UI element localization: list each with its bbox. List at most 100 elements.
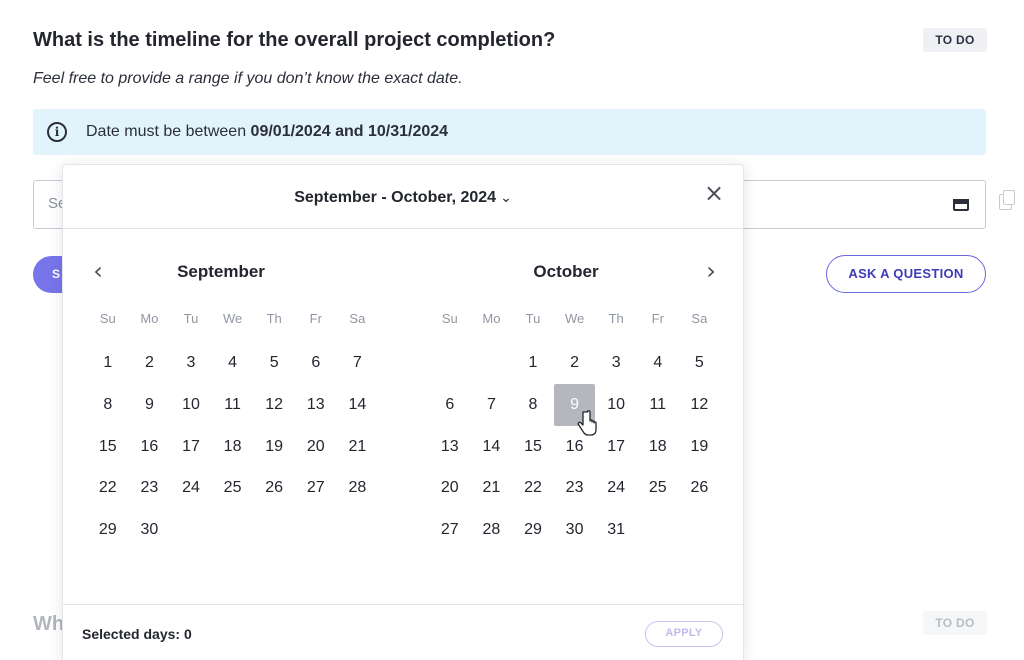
day-cell[interactable]: 21 [337,426,379,468]
month-september: September Su Mo Tu We Th Fr Sa 1 2 3 4 5 6 7 8 9 10 11 12… [87,262,377,551]
day-cell[interactable]: 28 [471,509,513,551]
day-cell[interactable]: 13 [429,426,471,468]
day-cell[interactable]: 18 [637,426,679,468]
day-cell[interactable]: 13 [295,384,337,426]
picker-header: September - October, 2024 ⌄ × [63,165,743,229]
weekday-row: Su Mo Tu We Th Fr Sa [87,310,377,332]
day-cell[interactable]: 9 [129,384,171,426]
day-cell[interactable]: 29 [512,509,554,551]
day-cell[interactable]: 27 [295,467,337,509]
day-cell[interactable]: 20 [295,426,337,468]
day-cell[interactable]: 21 [471,467,513,509]
day-cell[interactable]: 4 [637,342,679,384]
day-cell[interactable]: 3 [170,342,212,384]
info-text: Date must be between 09/01/2024 and 10/3… [86,123,448,141]
weekday-label: Sa [691,311,708,326]
day-cell[interactable]: 12 [679,384,721,426]
days-grid: 1 2 3 4 5 6 7 8 9 10 11 12 13 14 15 16 17 18 19 20 21 22 23 24 2… [87,342,377,551]
weekday-label: Sa [349,311,366,326]
day-cell[interactable]: 30 [129,509,171,551]
weekday-label: We [222,311,243,326]
info-prefix: Date must be between [86,123,251,140]
day-cell[interactable]: 11 [212,384,254,426]
day-cell[interactable]: 22 [87,467,129,509]
day-cell[interactable]: 20 [429,467,471,509]
day-cell[interactable]: 1 [87,342,129,384]
date-range-picker: September - October, 2024 ⌄ × ‹ › Septemb… [62,164,744,660]
day-cell[interactable]: 1 [512,342,554,384]
day-cell[interactable]: 16 [554,426,596,468]
day-cell[interactable]: 6 [429,384,471,426]
day-cell[interactable]: 7 [337,342,379,384]
weekday-label: We [564,311,585,326]
day-cell[interactable]: 17 [595,426,637,468]
day-cell[interactable]: 7 [471,384,513,426]
chevron-down-icon: ⌄ [500,189,512,205]
weekday-row: Su Mo Tu We Th Fr Sa [429,310,719,332]
day-cell[interactable]: 15 [87,426,129,468]
day-cell[interactable]: 18 [212,426,254,468]
day-cell[interactable]: 23 [129,467,171,509]
month-title: October [533,262,599,281]
day-cell[interactable]: 10 [170,384,212,426]
day-cell-hovered[interactable]: 9 [553,383,596,426]
day-cell[interactable]: 29 [87,509,129,551]
day-cell[interactable]: 31 [595,509,637,551]
picker-footer: Selected days: 0 APPLY [63,604,743,660]
day-cell[interactable]: 8 [87,384,129,426]
weekday-label: Su [99,311,116,326]
day-cell[interactable]: 5 [253,342,295,384]
month-title: September [177,262,265,281]
apply-button[interactable]: APPLY [645,621,723,647]
day-cell[interactable]: 8 [512,384,554,426]
weekday-label: Tu [525,311,541,326]
copy-icon[interactable] [999,190,1015,210]
weekday-label: Tu [183,311,199,326]
day-cell[interactable]: 14 [337,384,379,426]
day-cell[interactable]: 23 [554,467,596,509]
next-status-badge: TO DO [923,611,987,635]
empty-day-cell [429,342,471,384]
day-cell[interactable]: 28 [337,467,379,509]
day-cell[interactable]: 3 [595,342,637,384]
next-question-title: Wh [33,613,65,635]
day-cell[interactable]: 11 [637,384,679,426]
weekday-label: Th [266,311,282,326]
weekday-label: Mo [140,311,159,326]
day-cell[interactable]: 27 [429,509,471,551]
weekday-label: Fr [309,311,322,326]
day-cell[interactable]: 19 [679,426,721,468]
day-cell[interactable]: 25 [637,467,679,509]
day-cell[interactable]: 26 [253,467,295,509]
empty-day-cell [471,342,513,384]
day-cell[interactable]: 14 [471,426,513,468]
question-title: What is the timeline for the overall pro… [33,29,556,51]
day-cell[interactable]: 10 [595,384,637,426]
day-cell[interactable]: 2 [554,342,596,384]
day-cell[interactable]: 6 [295,342,337,384]
day-cell[interactable]: 16 [129,426,171,468]
day-cell[interactable]: 24 [595,467,637,509]
day-cell[interactable]: 30 [554,509,596,551]
range-title-button[interactable]: September - October, 2024 ⌄ [63,189,743,207]
ask-question-button[interactable]: ASK A QUESTION [826,255,986,293]
day-cell[interactable]: 24 [170,467,212,509]
day-cell[interactable]: 26 [679,467,721,509]
day-cell[interactable]: 22 [512,467,554,509]
day-cell[interactable]: 2 [129,342,171,384]
day-cell[interactable]: 4 [212,342,254,384]
day-cell[interactable]: 15 [512,426,554,468]
selected-days-count: Selected days: 0 [82,626,192,642]
weekday-label: Mo [482,311,501,326]
day-cell[interactable]: 5 [679,342,721,384]
info-icon: i [47,122,67,142]
day-cell[interactable]: 19 [253,426,295,468]
day-cell[interactable]: 17 [170,426,212,468]
range-title: September - October, 2024 [294,189,497,206]
calendar-icon[interactable] [952,196,970,212]
day-cell[interactable]: 25 [212,467,254,509]
days-grid: 1 2 3 4 5 6 7 8 9 10 11 12 13 14 15 16 17 18 19 20 21 22 23 24 2… [429,342,719,551]
close-icon[interactable]: × [702,181,726,206]
question-hint: Feel free to provide a range if you don’… [33,70,463,87]
day-cell[interactable]: 12 [253,384,295,426]
